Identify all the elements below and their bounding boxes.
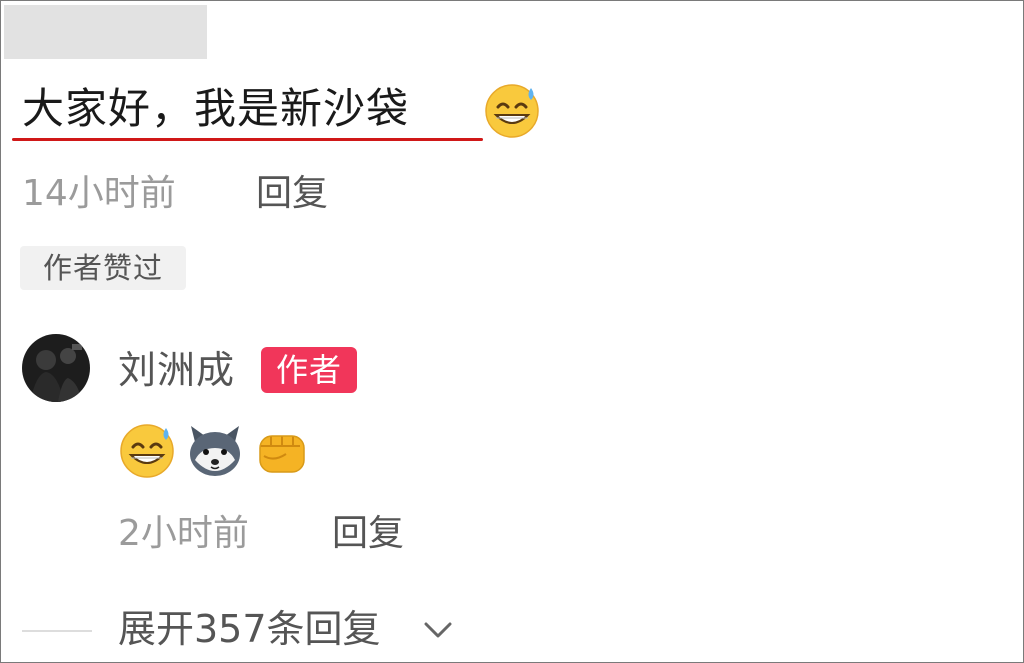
avatar[interactable] (22, 334, 90, 402)
comment-body: 大家好，我是新沙袋 (22, 80, 409, 138)
comment-reply-label: 回复 (256, 173, 329, 214)
expand-replies-button[interactable]: 展开357条回复 (118, 605, 381, 653)
sweat-grin-emoji-icon (485, 84, 539, 138)
expand-divider (22, 630, 92, 632)
reply-meta: 2小时前 (118, 512, 249, 556)
author-badge: 作者 (261, 347, 357, 393)
comment-meta: 14小时前 (22, 172, 176, 216)
fist-emoji-icon (259, 435, 305, 473)
chevron-down-icon[interactable] (420, 612, 456, 648)
reply-username[interactable]: 刘洲成 (118, 346, 235, 394)
redacted-username (4, 5, 207, 59)
avatar-image-icon (22, 334, 90, 402)
comment-text: 大家好，我是新沙袋 (22, 84, 410, 133)
sweat-grin-emoji-icon (120, 424, 174, 478)
comment-time: 14小时前 (22, 173, 176, 214)
comment-reply-button[interactable]: 回复 (256, 172, 328, 216)
reply-reply-label: 回复 (332, 513, 405, 554)
reply-time: 2小时前 (118, 513, 249, 554)
reply-reply-button[interactable]: 回复 (332, 512, 404, 556)
author-liked-badge: 作者赞过 (20, 246, 186, 290)
red-underline (12, 138, 483, 141)
husky-dog-emoji-icon (190, 426, 240, 476)
